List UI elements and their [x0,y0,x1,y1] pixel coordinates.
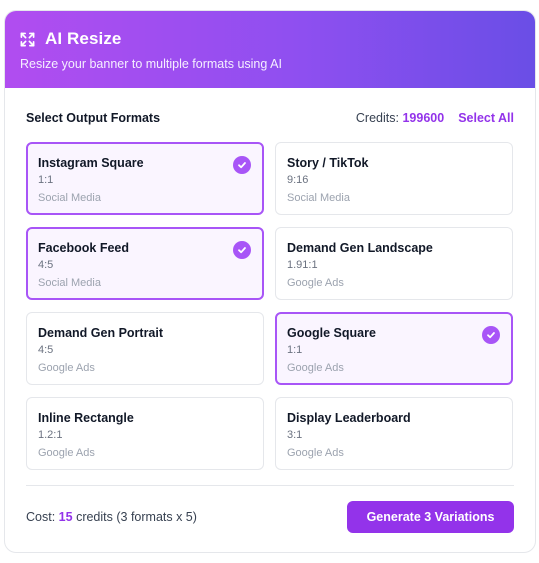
format-ratio: 1:1 [287,344,303,356]
format-category: Google Ads [287,447,344,459]
format-category: Google Ads [38,447,95,459]
checkmark-icon [482,326,500,344]
cost-summary: Cost: 15 credits (3 formats x 5) [26,510,197,524]
format-ratio: 1:1 [38,174,54,186]
credits-value: 199600 [402,111,445,125]
format-card[interactable]: Inline Rectangle 1.2:1 Google Ads [26,397,264,470]
format-category: Social Media [38,277,101,289]
cost-suffix: credits (3 formats x 5) [76,510,197,524]
format-name: Story / TikTok [287,156,369,170]
cost-value: 15 [58,510,73,524]
cost-label: Cost: [26,510,56,524]
checkmark-icon [233,156,251,174]
title-row: AI Resize [20,27,520,51]
format-card[interactable]: Facebook Feed 4:5 Social Media [26,227,264,300]
credits-label: Credits: [355,111,399,125]
format-grid: Instagram Square 1:1 Social Media Story / T… [26,142,514,470]
format-ratio: 1.91:1 [287,259,318,271]
panel-subtitle: Resize your banner to multiple formats u… [20,57,282,71]
format-name: Inline Rectangle [38,411,134,425]
format-ratio: 9:16 [287,174,309,186]
format-name: Demand Gen Portrait [38,326,164,340]
expand-icon [20,32,35,47]
format-category: Google Ads [287,362,344,374]
panel-body: Select Output Formats Credits: 199600 Se… [5,108,535,533]
format-card[interactable]: Demand Gen Portrait 4:5 Google Ads [26,312,264,385]
format-category: Social Media [287,192,350,204]
credits-display: Credits: 199600 [356,111,444,125]
section-label: Select Output Formats [26,111,161,125]
format-ratio: 4:5 [38,344,54,356]
format-card[interactable]: Instagram Square 1:1 Social Media [26,142,264,215]
format-card[interactable]: Google Square 1:1 Google Ads [275,312,513,385]
format-toolbar: Select Output Formats Credits: 199600 Se… [26,108,514,128]
format-ratio: 3:1 [287,429,303,441]
checkmark-icon [233,241,251,259]
format-category: Social Media [38,192,101,204]
format-name: Instagram Square [38,156,144,170]
format-card[interactable]: Demand Gen Landscape 1.91:1 Google Ads [275,227,513,300]
format-ratio: 4:5 [38,259,54,271]
panel-title: AI Resize [45,29,122,48]
format-name: Google Square [287,326,376,340]
format-category: Google Ads [38,362,95,374]
format-card[interactable]: Story / TikTok 9:16 Social Media [275,142,513,215]
toolbar-right: Credits: 199600 Select All [356,111,514,125]
select-all-link[interactable]: Select All [458,111,514,125]
generate-button[interactable]: Generate 3 Variations [347,501,514,533]
format-name: Facebook Feed [38,241,129,255]
format-ratio: 1.2:1 [38,429,63,441]
format-name: Display Leaderboard [287,411,411,425]
format-name: Demand Gen Landscape [287,241,433,255]
divider [26,485,514,486]
panel-header: AI Resize Resize your banner to multiple… [5,11,535,88]
format-card[interactable]: Display Leaderboard 3:1 Google Ads [275,397,513,470]
format-category: Google Ads [287,277,344,289]
panel-footer: Cost: 15 credits (3 formats x 5) Generat… [26,501,514,533]
ai-resize-panel: AI Resize Resize your banner to multiple… [4,10,536,553]
